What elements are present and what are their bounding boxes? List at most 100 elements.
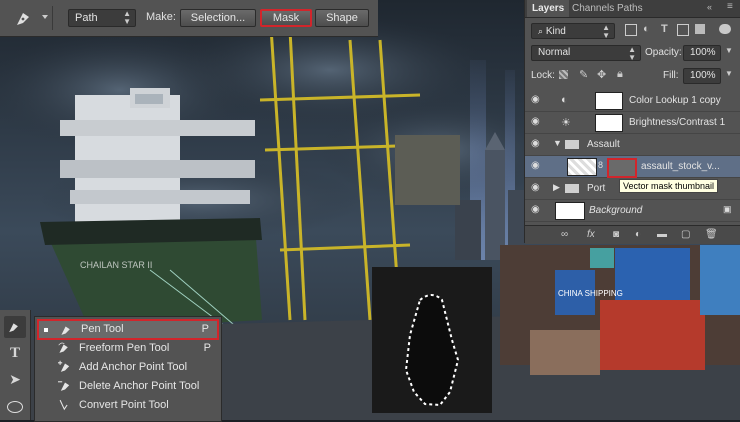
- convert-point-icon: [59, 399, 68, 411]
- lock-position-icon[interactable]: ✥: [597, 68, 606, 81]
- pen-tool-flyout: Pen Tool P Freeform Pen Tool P Add Ancho…: [34, 316, 222, 422]
- layer-thumbnail[interactable]: [567, 158, 597, 176]
- tab-layers[interactable]: Layers: [527, 0, 570, 17]
- menu-item-pen-tool[interactable]: Pen Tool P: [37, 319, 219, 340]
- layer-mask-thumbnail[interactable]: [595, 92, 623, 110]
- blend-mode-select[interactable]: Normal ▲ ▼: [531, 45, 641, 62]
- type-tool-icon[interactable]: T: [4, 342, 26, 364]
- ellipse-tool-button[interactable]: [4, 396, 26, 418]
- panel-menu-icon[interactable]: ≡: [727, 1, 733, 12]
- adjustment-layer-icon: ◐: [561, 94, 568, 106]
- add-mask-icon[interactable]: ◙: [613, 229, 619, 240]
- visibility-eye-icon[interactable]: ◉: [531, 95, 543, 105]
- shortcut-key: P: [201, 323, 209, 335]
- trash-icon[interactable]: 🗑︎: [705, 229, 718, 240]
- active-bullet-icon: [44, 328, 48, 332]
- ship-name-text: CHAILAN STAR II: [80, 260, 152, 270]
- adjustment-layer-icon: ☀: [561, 117, 571, 129]
- layer-name: Assault: [587, 139, 620, 150]
- tooltip: Vector mask thumbnail: [619, 179, 719, 193]
- fill-value: 100%: [690, 70, 716, 81]
- select-arrows-icon: ▲ ▼: [602, 23, 610, 40]
- layer-name: Port: [587, 183, 606, 194]
- lock-all-icon[interactable]: 🔒︎: [617, 68, 623, 81]
- filter-shape-icon[interactable]: [677, 24, 689, 36]
- folder-icon: [565, 140, 579, 149]
- lock-pixels-icon[interactable]: ✎: [579, 68, 588, 81]
- freeform-pen-icon: [58, 342, 68, 353]
- new-adjustment-icon[interactable]: ◐: [635, 229, 641, 240]
- folder-icon: [565, 184, 579, 193]
- opacity-value: 100%: [690, 47, 716, 58]
- group-expanded-icon[interactable]: ▼: [553, 138, 562, 148]
- layer-group-row[interactable]: ◉ ▼ Assault: [525, 134, 740, 156]
- fill-field[interactable]: 100%: [683, 68, 721, 84]
- fx-icon[interactable]: fx: [587, 229, 595, 240]
- filter-smartobject-icon[interactable]: [695, 24, 705, 34]
- container-label-text: CHINA SHIPPING: [558, 289, 623, 298]
- search-icon: ⌕: [538, 26, 544, 36]
- pen-icon: [61, 326, 70, 335]
- chevron-down-icon: [42, 15, 48, 19]
- tab-paths[interactable]: Paths: [612, 0, 648, 17]
- lock-transparent-icon[interactable]: [559, 70, 568, 79]
- filter-pixel-icon[interactable]: [625, 24, 637, 36]
- shortcut-key: P: [203, 342, 211, 354]
- blend-mode-value: Normal: [538, 47, 571, 58]
- visibility-eye-icon[interactable]: ◉: [531, 183, 543, 193]
- vector-mask-thumbnail[interactable]: [607, 158, 637, 178]
- layer-name: assault_stock_v...: [641, 161, 720, 172]
- lock-icon: ▣: [723, 204, 732, 214]
- menu-item-delete-anchor-point-tool[interactable]: Delete Anchor Point Tool: [37, 377, 219, 396]
- layer-row[interactable]: ◉ ◐ Color Lookup 1 copy: [525, 90, 740, 112]
- tool-preset-picker[interactable]: [8, 6, 53, 30]
- filter-row: ⌕ Kind ▲ ▼ ◐ T: [525, 20, 740, 41]
- make-label: Make:: [146, 11, 176, 23]
- chevron-down-icon[interactable]: ▼: [725, 46, 733, 55]
- mode-select[interactable]: Path ▲ ▼: [68, 9, 136, 27]
- filter-kind-select[interactable]: ⌕ Kind ▲ ▼: [531, 23, 615, 40]
- visibility-eye-icon[interactable]: ◉: [531, 161, 543, 171]
- shape-button[interactable]: Shape: [315, 9, 369, 27]
- lock-row: Lock: ✎ ✥ 🔒︎ Fill: 100% ▼: [525, 65, 740, 86]
- layer-mask-thumbnail[interactable]: [595, 114, 623, 132]
- layer-row[interactable]: ◉ Background ▣: [525, 200, 740, 222]
- layer-row[interactable]: ◉ ☀ Brightness/Contrast 1: [525, 112, 740, 134]
- selection-button[interactable]: Selection...: [180, 9, 256, 27]
- select-arrows-icon: ▲ ▼: [628, 45, 636, 62]
- visibility-eye-icon[interactable]: ◉: [531, 205, 543, 215]
- collapse-icon[interactable]: «: [707, 2, 712, 12]
- new-group-icon[interactable]: ▬: [657, 229, 667, 240]
- filter-adjustment-icon[interactable]: ◐: [643, 23, 650, 35]
- menu-item-label: Freeform Pen Tool: [79, 342, 170, 354]
- filter-kind-value: Kind: [545, 26, 566, 37]
- pen-tool-button[interactable]: [4, 316, 26, 338]
- layer-name: Background: [589, 205, 643, 216]
- opacity-field[interactable]: 100%: [683, 45, 721, 61]
- menu-item-convert-point-tool[interactable]: Convert Point Tool: [37, 396, 219, 415]
- layer-thumbnail[interactable]: [555, 202, 585, 220]
- filter-toggle[interactable]: [719, 24, 731, 34]
- link-icon[interactable]: 8: [598, 160, 603, 170]
- new-layer-icon[interactable]: ▢: [681, 229, 690, 240]
- mask-button[interactable]: Mask: [260, 9, 312, 27]
- path-selection-icon[interactable]: ➤: [4, 368, 26, 390]
- opacity-label: Opacity:: [645, 47, 682, 58]
- menu-item-add-anchor-point-tool[interactable]: Add Anchor Point Tool: [37, 358, 219, 377]
- layer-name: Color Lookup 1 copy: [629, 95, 721, 106]
- pen-icon: [17, 13, 29, 25]
- menu-item-label: Convert Point Tool: [79, 399, 169, 411]
- layer-row-selected[interactable]: ◉ 8 assault_stock_v...: [525, 156, 740, 178]
- link-layers-icon[interactable]: ∞: [561, 229, 568, 240]
- visibility-eye-icon[interactable]: ◉: [531, 117, 543, 127]
- layer-name: Brightness/Contrast 1: [629, 117, 726, 128]
- blend-row: Normal ▲ ▼ Opacity: 100% ▼: [525, 42, 740, 63]
- group-collapsed-icon[interactable]: ▶: [553, 182, 560, 193]
- tools-panel: T ➤: [0, 310, 31, 420]
- menu-item-freeform-pen-tool[interactable]: Freeform Pen Tool P: [37, 339, 219, 358]
- chevron-down-icon[interactable]: ▼: [725, 69, 733, 78]
- filter-type-icon[interactable]: T: [661, 23, 668, 35]
- panel-tabs: Layers Channels Paths « ≡: [525, 0, 740, 18]
- select-arrows-icon: ▲ ▼: [123, 9, 131, 26]
- visibility-eye-icon[interactable]: ◉: [531, 139, 543, 149]
